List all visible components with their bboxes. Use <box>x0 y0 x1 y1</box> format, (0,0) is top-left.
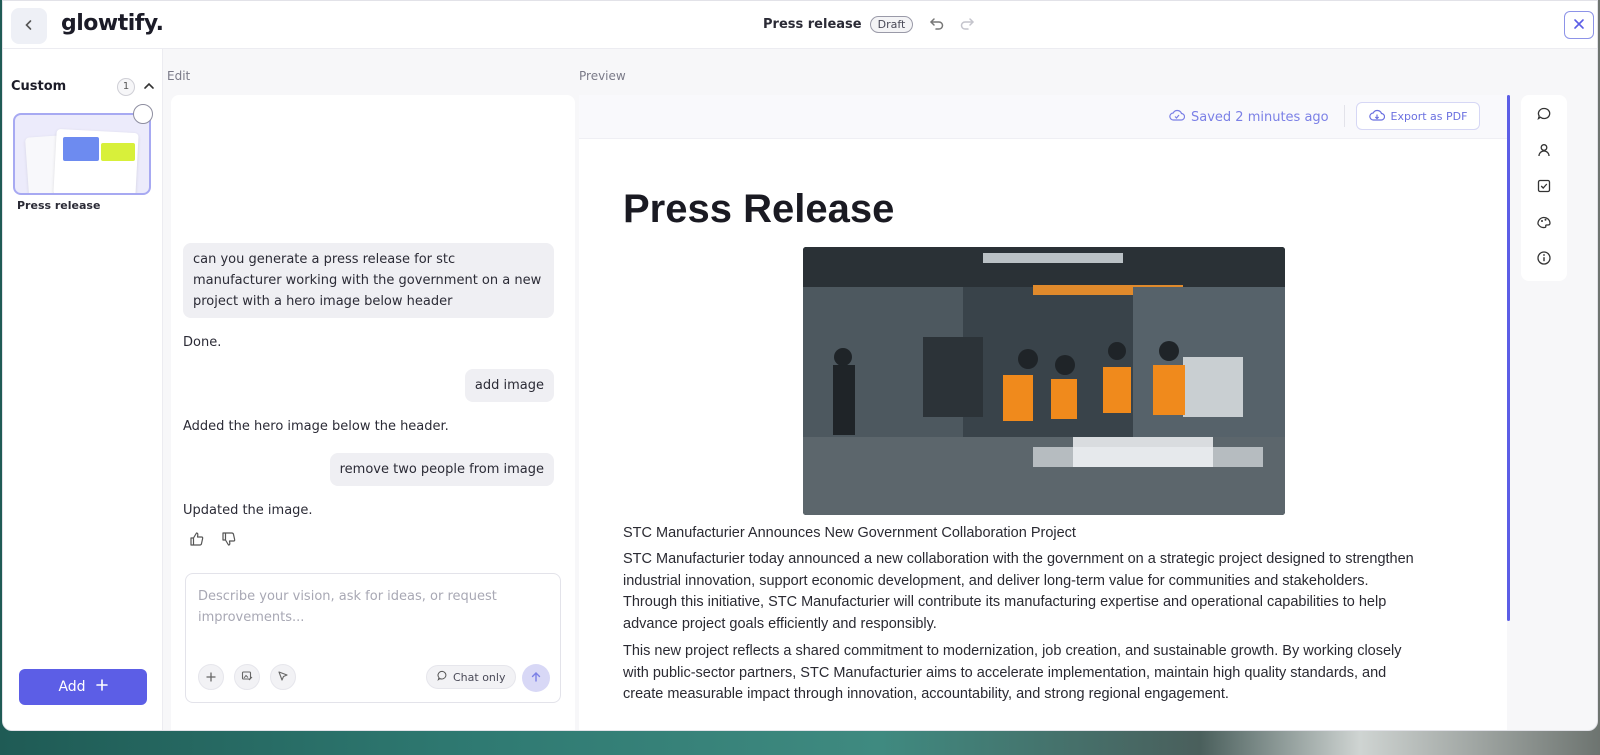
undo-icon <box>929 15 945 34</box>
preview-section-label: Preview <box>579 69 626 83</box>
user-icon <box>1536 142 1552 162</box>
document-subtitle[interactable]: STC Manufacturier Announces New Governme… <box>623 523 1423 545</box>
thumbs-down-icon <box>221 531 237 550</box>
comment-icon <box>1536 106 1552 126</box>
export-pdf-button[interactable]: Export as PDF <box>1356 102 1480 130</box>
chat-only-label: Chat only <box>453 670 506 684</box>
document-paragraph[interactable]: STC Manufacturier today announced a new … <box>623 549 1423 635</box>
top-bar: glowtify. Press release Draft <box>3 1 1597 49</box>
image-edit-icon <box>241 670 253 685</box>
preview-panel: Saved 2 minutes ago Export as PDF Press … <box>579 95 1507 730</box>
select-tool-button[interactable] <box>270 664 296 690</box>
sidebar-section-header[interactable]: Custom 1 <box>11 77 155 96</box>
chat-panel: can you generate a press release for stc… <box>171 95 575 730</box>
template-card-press-release[interactable] <box>13 113 151 195</box>
add-button[interactable]: Add <box>19 669 147 705</box>
document-title[interactable]: Press release <box>763 17 862 32</box>
template-thumbnail-block <box>101 143 135 161</box>
comments-button[interactable] <box>1533 105 1555 127</box>
info-icon <box>1536 250 1552 270</box>
add-button-label: Add <box>58 679 86 695</box>
save-status: Saved 2 minutes ago <box>1169 108 1329 126</box>
close-button[interactable] <box>1564 11 1594 39</box>
hero-image[interactable] <box>803 247 1285 515</box>
assistant-message: Added the hero image below the header. <box>183 419 449 434</box>
sidebar-section-title: Custom <box>11 79 67 94</box>
template-count-badge: 1 <box>117 77 135 96</box>
prompt-input[interactable] <box>198 586 548 634</box>
redo-icon <box>959 15 975 34</box>
toolbar-divider <box>1344 105 1345 127</box>
app-window: glowtify. Press release Draft Custom 1 P… <box>2 0 1598 731</box>
back-button[interactable] <box>11 8 47 44</box>
profile-button[interactable] <box>1533 141 1555 163</box>
chat-bubble-icon <box>437 670 448 684</box>
factory-scene-illustration <box>803 247 1285 515</box>
cloud-check-icon <box>1169 108 1186 126</box>
user-message: remove two people from image <box>329 453 554 486</box>
arrow-up-icon <box>530 671 542 686</box>
thumbs-up-button[interactable] <box>189 531 205 550</box>
image-tool-button[interactable] <box>234 664 260 690</box>
info-button[interactable] <box>1533 249 1555 271</box>
brand-style-button[interactable] <box>1533 213 1555 235</box>
right-tool-rail <box>1521 95 1567 281</box>
redo-button[interactable] <box>959 15 975 34</box>
status-badge: Draft <box>869 16 914 33</box>
send-button[interactable] <box>522 664 550 692</box>
document-heading[interactable]: Press Release <box>623 187 894 232</box>
thumbs-up-icon <box>189 531 205 550</box>
chat-only-toggle[interactable]: Chat only <box>426 665 517 689</box>
user-message: add image <box>464 369 554 402</box>
preview-scroll-indicator[interactable] <box>1507 95 1510 621</box>
cursor-icon <box>277 670 289 685</box>
close-icon <box>1573 18 1585 33</box>
plus-icon <box>95 679 108 695</box>
chat-composer: Chat only <box>185 573 561 703</box>
app-logo: glowtify. <box>61 11 164 36</box>
assistant-message: Updated the image. <box>183 503 313 518</box>
thumbs-down-button[interactable] <box>221 531 237 550</box>
assistant-message: Done. <box>183 335 222 350</box>
undo-button[interactable] <box>929 15 945 34</box>
user-message: can you generate a press release for stc… <box>183 243 554 318</box>
template-select-radio[interactable] <box>133 104 153 124</box>
document-header: Press release Draft <box>763 15 975 34</box>
preview-toolbar: Saved 2 minutes ago Export as PDF <box>579 95 1507 139</box>
add-attachment-button[interactable] <box>198 664 224 690</box>
cloud-download-icon <box>1368 108 1385 125</box>
palette-icon <box>1536 214 1552 234</box>
chevron-up-icon[interactable] <box>143 77 155 96</box>
saved-text: Saved 2 minutes ago <box>1191 109 1329 125</box>
feedback-actions <box>189 531 237 550</box>
checkbox-icon <box>1536 178 1552 198</box>
template-label: Press release <box>17 199 101 212</box>
tasks-button[interactable] <box>1533 177 1555 199</box>
document-paragraph[interactable]: This new project reflects a shared commi… <box>623 641 1423 706</box>
edit-section-label: Edit <box>167 69 191 83</box>
template-sidebar: Custom 1 Press release Add <box>3 49 163 730</box>
chevron-left-icon <box>23 19 35 34</box>
export-label: Export as PDF <box>1390 109 1468 123</box>
template-thumbnail-block <box>63 137 99 161</box>
plus-icon <box>206 670 216 685</box>
